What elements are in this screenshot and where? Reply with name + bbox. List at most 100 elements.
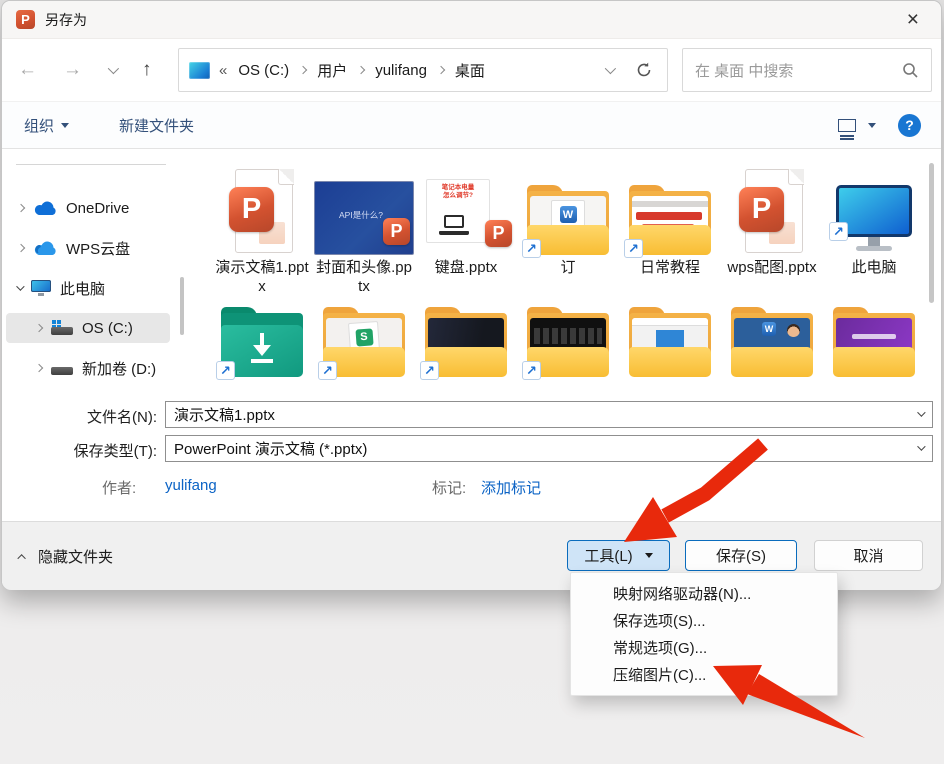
hide-folders-button[interactable]: 隐藏文件夹: [17, 546, 113, 567]
pptx-file-icon: P: [229, 167, 295, 255]
onedrive-cloud-icon: [34, 201, 56, 216]
combo-chevron-icon[interactable]: [917, 408, 926, 417]
save-type-select[interactable]: PowerPoint 演示文稿 (*.pptx): [165, 435, 933, 462]
help-button[interactable]: ?: [898, 113, 921, 137]
folder-tile[interactable]: [620, 303, 720, 397]
save-form: 文件名(N): 演示文稿1.pptx 保存类型(T): PowerPoint 演…: [2, 397, 941, 521]
breadcrumb-separator-icon: [298, 65, 308, 75]
forward-icon[interactable]: →: [63, 59, 82, 81]
save-as-dialog: P 另存为 × ← → ↑ « OS (C:) 用户 yulifang 桌面 在…: [1, 0, 942, 590]
breadcrumb-item-users[interactable]: 用户: [315, 57, 349, 84]
file-tile-pptx-thumbnail[interactable]: API是什么? P 封面和头像.pptx: [314, 155, 414, 303]
navigation-pane: OneDrive WPS云盘 此电脑 OS (C:) 新加卷 (D:): [2, 149, 186, 397]
title-bar: P 另存为 ×: [2, 1, 941, 39]
folder-icon: [624, 185, 713, 258]
powerpoint-app-icon: P: [16, 10, 35, 29]
author-value[interactable]: yulifang: [165, 477, 217, 494]
organize-dropdown-icon: [61, 122, 70, 128]
folder-icon: S: [318, 307, 407, 380]
folder-icon: [420, 307, 509, 380]
recent-locations-chevron-icon[interactable]: [107, 62, 120, 75]
os-drive-icon: [51, 320, 73, 336]
cancel-button[interactable]: 取消: [814, 540, 923, 571]
folder-tile[interactable]: W: [722, 303, 822, 397]
back-icon[interactable]: ←: [18, 59, 37, 81]
combo-chevron-icon[interactable]: [917, 442, 926, 451]
tools-button[interactable]: 工具(L): [567, 540, 670, 571]
breadcrumb-separator-icon: [436, 65, 446, 75]
file-grid: P 演示文稿1.pptx API是什么? P 封面和头像.pptx 笔记本电量: [186, 155, 925, 397]
sidebar-item-onedrive[interactable]: OneDrive: [2, 193, 178, 223]
sidebar-item-wps-cloud[interactable]: WPS云盘: [2, 233, 178, 263]
folder-icon: [627, 307, 713, 377]
folder-shortcut-tile[interactable]: [416, 303, 516, 397]
folder-tile[interactable]: [824, 303, 924, 397]
close-icon[interactable]: ×: [899, 7, 927, 32]
collapse-icon[interactable]: [16, 282, 25, 291]
shortcut-arrow-icon: [318, 361, 337, 380]
menu-item-save-options[interactable]: 保存选项(S)...: [571, 607, 837, 634]
download-arrow-icon: [251, 333, 273, 363]
file-tile-pptx-keyboard[interactable]: 笔记本电量 怎么调节? P 键盘.pptx: [416, 155, 516, 303]
sidebar-item-volume-d[interactable]: 新加卷 (D:): [2, 353, 178, 383]
refresh-icon[interactable]: [635, 61, 653, 79]
folder-shortcut-tile[interactable]: [518, 303, 618, 397]
up-icon[interactable]: ↑: [142, 59, 152, 81]
drive-icon: [51, 360, 73, 376]
address-dropdown-chevron-icon[interactable]: [604, 62, 617, 75]
tools-menu: 映射网络驱动器(N)... 保存选项(S)... 常规选项(G)... 压缩图片…: [570, 572, 838, 696]
file-list-scrollbar[interactable]: [929, 163, 934, 303]
wps-cloud-icon: [34, 241, 56, 256]
folder-shortcut-tile[interactable]: 日常教程: [620, 155, 720, 303]
computer-icon: [31, 280, 51, 296]
search-input[interactable]: 在 桌面 中搜索: [682, 48, 932, 92]
add-tag-link[interactable]: 添加标记: [481, 477, 541, 498]
folder-shortcut-tile[interactable]: W 订: [518, 155, 618, 303]
this-pc-shortcut-tile[interactable]: 此电脑: [824, 155, 924, 303]
downloads-folder-icon: [216, 307, 305, 380]
command-bar: 组织 新建文件夹 ?: [2, 101, 941, 149]
expander-icon[interactable]: [34, 363, 44, 373]
screenshot-stage: P 另存为 × ← → ↑ « OS (C:) 用户 yulifang 桌面 在…: [0, 0, 944, 764]
menu-item-general-options[interactable]: 常规选项(G)...: [571, 634, 837, 661]
shortcut-arrow-icon: [522, 239, 541, 258]
sidebar-scrollbar[interactable]: [180, 277, 184, 335]
dialog-title: 另存为: [45, 11, 87, 28]
slide-thumbnail-icon: API是什么? P: [314, 181, 414, 255]
author-label: 作者:: [102, 480, 137, 497]
breadcrumb-item-drive[interactable]: OS (C:): [236, 59, 291, 82]
file-tile-pptx[interactable]: P 演示文稿1.pptx: [212, 155, 312, 303]
save-type-label: 保存类型(T):: [73, 443, 157, 460]
menu-item-map-network-drive[interactable]: 映射网络驱动器(N)...: [571, 580, 837, 607]
filename-input[interactable]: 演示文稿1.pptx: [165, 401, 933, 428]
folder-shortcut-tile[interactable]: S: [314, 303, 414, 397]
main-area: OneDrive WPS云盘 此电脑 OS (C:) 新加卷 (D:) P 演示…: [2, 149, 941, 397]
search-icon: [903, 62, 918, 78]
expander-icon[interactable]: [16, 243, 26, 253]
file-tile-pptx[interactable]: P wps配图.pptx: [722, 155, 822, 303]
organize-button[interactable]: 组织: [20, 109, 73, 142]
shortcut-arrow-icon: [624, 239, 643, 258]
keyboard-thumbnail-icon: 笔记本电量 怎么调节? P: [420, 179, 512, 255]
breadcrumb-separator-icon: [356, 65, 366, 75]
breadcrumb-item-user[interactable]: yulifang: [373, 59, 429, 82]
breadcrumb-item-desktop[interactable]: 桌面: [453, 57, 487, 84]
shortcut-arrow-icon: [216, 361, 235, 380]
navigation-bar: ← → ↑ « OS (C:) 用户 yulifang 桌面 在 桌面 中搜索: [2, 39, 941, 101]
view-dropdown-icon[interactable]: [868, 122, 876, 128]
expander-icon[interactable]: [16, 203, 26, 213]
folder-shortcut-tile[interactable]: [212, 303, 312, 397]
chevron-up-icon: [17, 553, 26, 563]
new-folder-button[interactable]: 新建文件夹: [115, 109, 198, 142]
address-bar[interactable]: « OS (C:) 用户 yulifang 桌面: [178, 48, 668, 92]
shortcut-arrow-icon: [420, 361, 439, 380]
sidebar-item-os-c[interactable]: OS (C:): [2, 313, 178, 343]
view-mode-icon[interactable]: [838, 118, 856, 137]
breadcrumb-overflow[interactable]: «: [219, 62, 227, 79]
save-button[interactable]: 保存(S): [685, 540, 797, 571]
shortcut-arrow-icon: [829, 222, 848, 241]
menu-item-compress-pictures[interactable]: 压缩图片(C)...: [571, 661, 837, 688]
tags-label: 标记:: [432, 480, 467, 497]
sidebar-item-this-pc[interactable]: 此电脑: [2, 273, 178, 303]
sidebar-divider: [16, 164, 166, 165]
